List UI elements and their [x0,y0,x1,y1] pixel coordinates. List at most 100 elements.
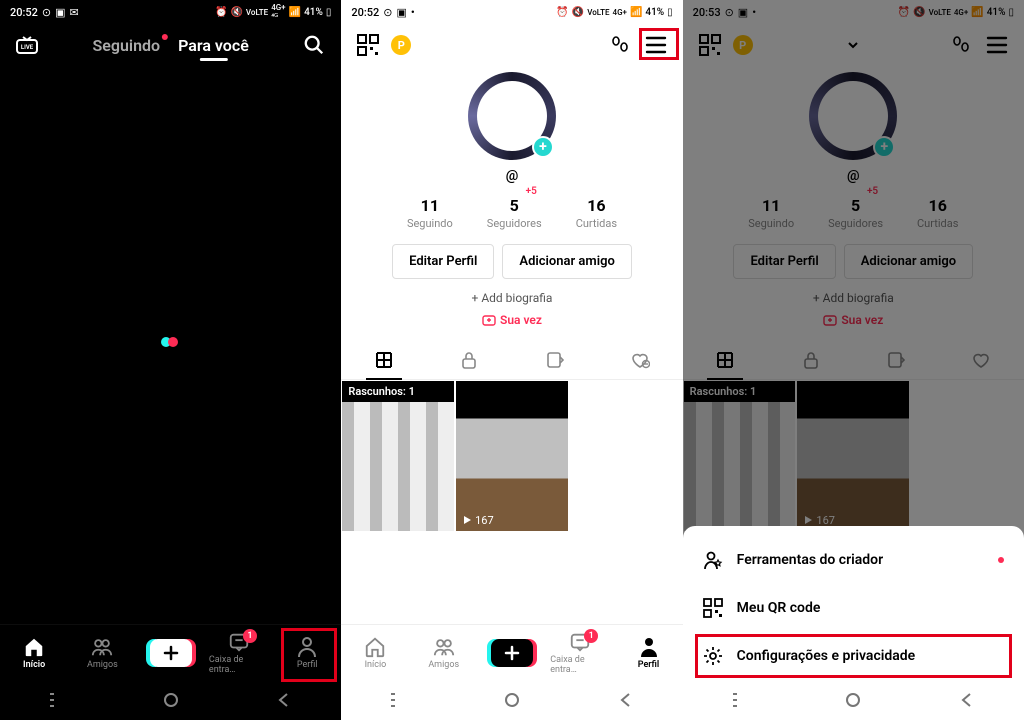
profile-icon [296,636,318,658]
plus-icon [150,639,192,667]
nav-home[interactable]: Início [345,636,405,670]
android-nav [341,680,682,720]
nav-profile[interactable]: Perfil [619,636,679,670]
notification-dot [162,34,168,40]
mute-icon: 🔇 [230,7,242,18]
status-bar: 20:52 ⊙ ▣ ✉ ⏰ 🔇 VoLTE 4G+⁴ᴳ 📶 41% ▯ [0,0,341,24]
profile-tabs [341,341,682,380]
home-button[interactable] [503,691,521,709]
signal-bars-icon: 📶 [630,7,642,18]
nav-label: Perfil [638,660,660,670]
avatar[interactable]: + [468,72,556,160]
lte-icon: VoLTE [587,8,609,17]
tab-private[interactable] [427,341,512,379]
coin-icon[interactable]: P [391,35,411,55]
edit-profile-button[interactable]: Editar Perfil [392,244,494,279]
alarm-icon: ⏰ [215,7,227,18]
username: @ [506,168,519,184]
loading-icon [161,337,181,349]
back-button[interactable] [958,691,976,709]
clock: 20:52 [10,6,38,19]
recents-button[interactable] [48,691,66,709]
tab-for-you[interactable]: Para você [178,36,249,55]
signal-bars-icon: 📶 [289,7,301,18]
home-button[interactable] [162,691,180,709]
mail-icon: ✉ [70,6,79,19]
signal-icon: 4G+ [613,8,627,17]
nav-label: Perfil [297,660,318,670]
thumb-video[interactable]: 167 [455,380,569,532]
youtube-icon: ▣ [396,6,406,19]
stat-following[interactable]: 11 Seguindo [407,196,453,230]
feed-body[interactable] [0,62,341,624]
notification-dot [998,557,1004,563]
lte-icon: VoLTE [246,8,268,17]
nav-friends[interactable]: Amigos [414,636,474,670]
nav-create[interactable] [482,639,542,667]
screen-menu: 20:53 ⊙ ▣ • ⏰ 🔇 VoLTE 4G+ 📶 41% ▯ P + [683,0,1024,720]
sheet-settings[interactable]: Configurações e privacidade [683,632,1024,680]
play-icon [462,515,472,525]
tab-grid[interactable] [341,341,426,379]
stat-likes[interactable]: 16 Curtidas [576,196,617,230]
profile-icon [638,636,660,658]
nav-inbox[interactable]: 1 Caixa de entra… [209,631,269,675]
alarm-icon: ⏰ [556,7,568,18]
add-bio-button[interactable]: + Add biografia [472,291,553,305]
nav-label: Amigos [87,660,118,670]
nav-label: Início [365,660,387,670]
bottom-sheet: Ferramentas do criador Meu QR code Confi… [683,526,1024,720]
battery-text: 41% [645,7,664,18]
avatar-add-icon[interactable]: + [532,136,554,158]
profile-buttons: Editar Perfil Adicionar amigo [392,244,632,279]
stat-followers[interactable]: 5+5 Seguidores [487,196,542,230]
hamburger-icon[interactable] [643,32,669,58]
bottom-nav: Início Amigos 1 Caixa de entra… Perfil [0,624,341,680]
nav-inbox[interactable]: 1 Caixa de entra… [550,631,610,675]
tab-bookmark[interactable] [512,341,597,379]
recents-button[interactable] [731,691,749,709]
sua-vez-button[interactable]: Sua vez [482,313,542,327]
nav-label: Início [23,660,45,670]
nav-create[interactable] [141,639,201,667]
inbox-badge: 1 [243,629,257,643]
nav-label: Caixa de entra… [209,655,269,675]
tab-likes[interactable] [597,341,682,379]
recents-button[interactable] [389,691,407,709]
live-icon[interactable]: LIVE [14,32,40,58]
nav-friends[interactable]: Amigos [72,636,132,670]
clock: 20:52 [351,6,379,19]
add-friend-button[interactable]: Adicionar amigo [502,244,631,279]
nav-profile[interactable]: Perfil [277,636,337,670]
screen-feed: 20:52 ⊙ ▣ ✉ ⏰ 🔇 VoLTE 4G+⁴ᴳ 📶 41% ▯ LIVE… [0,0,341,720]
friends-icon [433,636,455,658]
mute-icon: 🔇 [572,7,584,18]
battery-icon: ▯ [326,7,332,18]
back-button[interactable] [275,691,293,709]
profile-body: + @ 11 Seguindo 5+5 Seguidores 16 Curtid… [341,66,682,327]
nav-home[interactable]: Início [4,636,64,670]
svg-text:LIVE: LIVE [21,44,34,51]
sheet-label: Ferramentas do criador [737,552,883,568]
android-nav [683,680,1024,720]
qr-icon[interactable] [355,32,381,58]
drafts-label: Rascunhos: 1 [348,385,415,398]
battery-text: 41% [304,7,323,18]
thumb-drafts[interactable]: Rascunhos: 1 [341,380,455,532]
sheet-creator-tools[interactable]: Ferramentas do criador [683,536,1024,584]
bottom-nav: Início Amigos 1 Caixa de entra… Perfil [341,624,682,680]
whatsapp-icon: ⊙ [42,6,51,19]
qr-icon [703,598,723,618]
youtube-icon: ▣ [55,6,65,19]
sheet-qr[interactable]: Meu QR code [683,584,1024,632]
tab-following[interactable]: Seguindo [93,36,161,55]
home-icon [364,636,386,658]
followers-delta: +5 [526,186,537,197]
back-button[interactable] [617,691,635,709]
search-icon[interactable] [301,32,327,58]
inbox-badge: 1 [584,629,598,643]
nav-label: Amigos [428,660,459,670]
gear-icon [703,646,723,666]
home-button[interactable] [844,691,862,709]
footsteps-icon[interactable] [607,32,633,58]
